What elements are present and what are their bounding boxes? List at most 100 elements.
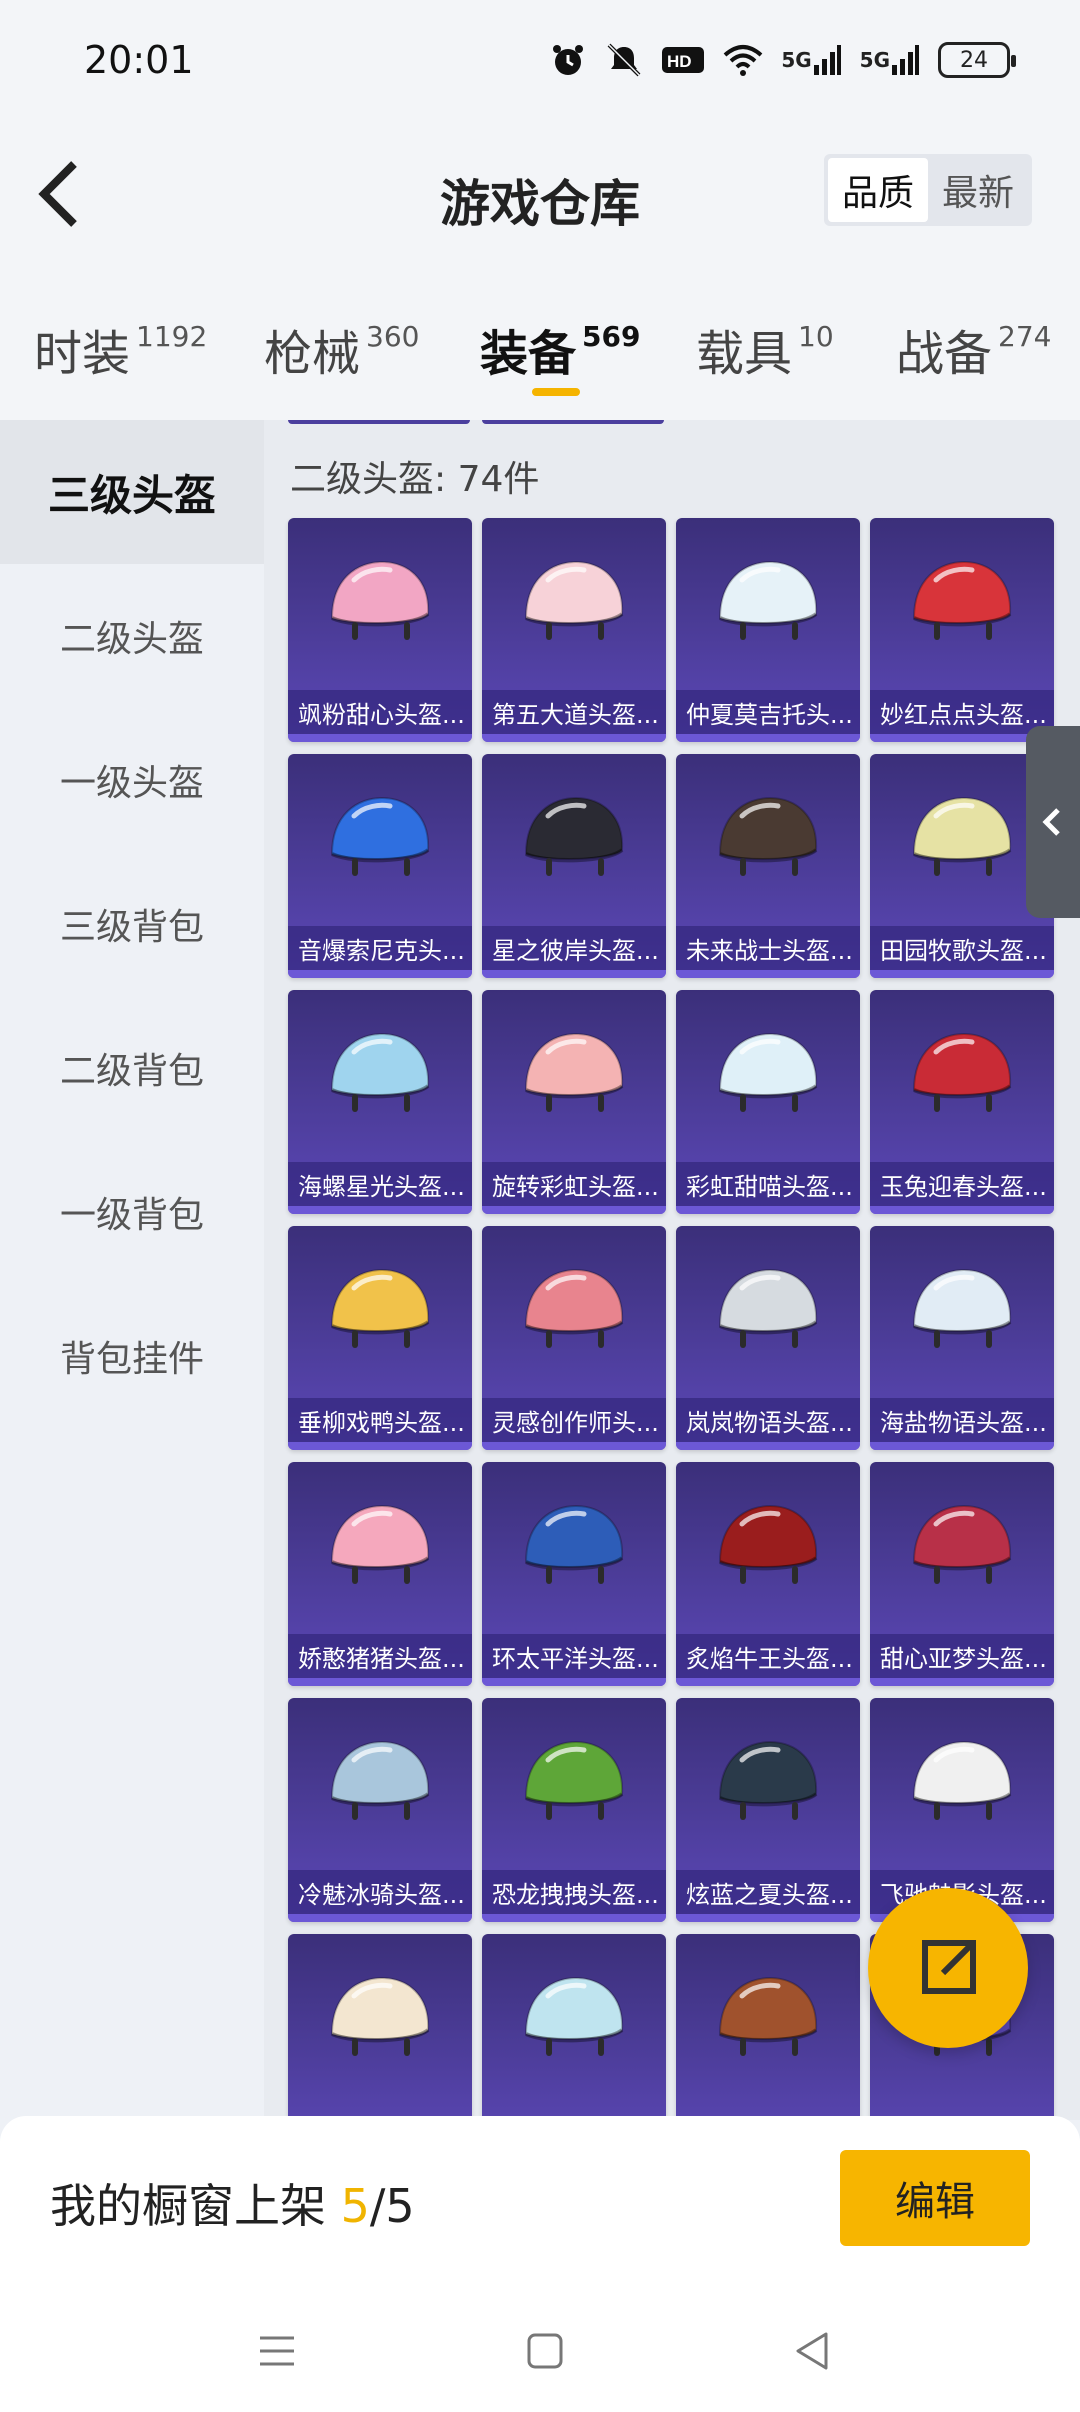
item-card[interactable]: 海盐物语头盔... [870,1226,1054,1450]
section-title: 二级头盔: 74件 [290,459,540,500]
side-drawer-handle[interactable] [1026,726,1080,918]
helmet-icon [330,1032,430,1112]
item-card[interactable]: 恐龙拽拽头盔... [482,1698,666,1922]
helmet-icon [330,560,430,640]
helmet-icon [524,1504,624,1584]
sidebar-item-level2-backpack[interactable]: 二级背包 [0,996,264,1140]
item-name: 妙红点点头盔... [870,690,1054,734]
item-name: 岚岚物语头盔... [676,1398,860,1442]
tab-guns[interactable]: 枪械 360 [264,314,419,384]
helmet-icon [524,1740,624,1820]
item-card[interactable] [288,1934,472,2120]
helmet-icon [912,796,1012,876]
sort-quality-button[interactable]: 品质 [828,158,928,222]
item-card[interactable] [676,1934,860,2120]
item-card[interactable]: 音爆索尼克头... [288,754,472,978]
previous-row-edge [288,420,664,424]
helmet-icon [330,796,430,876]
item-card[interactable]: 娇憨猪猪头盔... [288,1462,472,1686]
item-name: 甜心亚梦头盔... [870,1634,1054,1678]
helmet-icon [718,1976,818,2056]
helmet-icon [718,560,818,640]
helmet-icon [912,1268,1012,1348]
item-name: 娇憨猪猪头盔... [288,1634,472,1678]
item-card[interactable] [482,1934,666,2120]
item-name: 海盐物语头盔... [870,1398,1054,1442]
item-card[interactable]: 海螺星光头盔... [288,990,472,1214]
helmet-icon [524,1032,624,1112]
item-card[interactable]: 炫蓝之夏头盔... [676,1698,860,1922]
item-card[interactable]: 灵感创作师头... [482,1226,666,1450]
item-name: 仲夏莫吉托头... [676,690,860,734]
status-time: 20:01 [84,38,194,82]
item-card[interactable]: 未来战士头盔... [676,754,860,978]
item-card[interactable]: 第五大道头盔... [482,518,666,742]
alarm-icon [549,40,587,80]
helmet-icon [524,796,624,876]
chevron-left-icon [1042,808,1060,836]
svg-text:HD: HD [667,52,692,71]
helmet-icon [718,1504,818,1584]
sidebar-item-level3-helmet[interactable]: 三级头盔 [0,420,264,564]
tab-vehicles[interactable]: 载具 10 [696,314,834,384]
sidebar-item-level1-backpack[interactable]: 一级背包 [0,1140,264,1284]
item-name: 炙焰牛王头盔... [676,1634,860,1678]
showcase-status: 我的橱窗上架 5/5 [50,2179,415,2233]
item-name: 未来战士头盔... [676,926,860,970]
item-card[interactable]: 环太平洋头盔... [482,1462,666,1686]
item-name: 星之彼岸头盔... [482,926,666,970]
sidebar-item-level1-helmet[interactable]: 一级头盔 [0,708,264,852]
item-card[interactable]: 炙焰牛王头盔... [676,1462,860,1686]
edit-button[interactable]: 编辑 [840,2150,1030,2246]
item-card[interactable]: 飒粉甜心头盔... [288,518,472,742]
item-name: 旋转彩虹头盔... [482,1162,666,1206]
status-bar: 20:01 HD 5G 5G 24 [0,0,1080,124]
item-grid-area[interactable]: 二级头盔: 74件 飒粉甜心头盔... 第五大道头盔... 仲夏莫吉托头... 妙红点… [264,420,1080,2120]
item-name: 玉兔迎春头盔... [870,1162,1054,1206]
sort-toggle: 品质 最新 [824,154,1032,226]
category-sidebar: 三级头盔 二级头盔 一级头盔 三级背包 二级背包 一级背包 背包挂件 [0,420,264,2120]
item-card[interactable]: 旋转彩虹头盔... [482,990,666,1214]
back-nav-icon[interactable] [788,2326,838,2376]
sidebar-item-level3-backpack[interactable]: 三级背包 [0,852,264,996]
active-tab-indicator [532,388,580,396]
item-card[interactable]: 垂柳戏鸭头盔... [288,1226,472,1450]
status-icons: HD 5G 5G 24 [549,40,1016,80]
item-name: 恐龙拽拽头盔... [482,1870,666,1914]
item-card[interactable]: 岚岚物语头盔... [676,1226,860,1450]
item-card[interactable]: 玉兔迎春头盔... [870,990,1054,1214]
helmet-icon [524,1976,624,2056]
helmet-icon [330,1268,430,1348]
item-name: 音爆索尼克头... [288,926,472,970]
item-card[interactable]: 甜心亚梦头盔... [870,1462,1054,1686]
sidebar-item-backpack-pendant[interactable]: 背包挂件 [0,1284,264,1428]
signal-5g-icon-1: 5G [781,40,841,80]
signal-5g-icon-2: 5G [860,40,920,80]
item-card[interactable]: 妙红点点头盔... [870,518,1054,742]
helmet-icon [912,1504,1012,1584]
tab-supplies[interactable]: 战备 274 [896,314,1051,384]
hd-icon: HD [661,40,705,80]
share-button[interactable] [868,1888,1028,2048]
helmet-icon [718,1032,818,1112]
item-card[interactable]: 仲夏莫吉托头... [676,518,860,742]
helmet-icon [912,1740,1012,1820]
home-icon[interactable] [520,2326,570,2376]
item-name: 垂柳戏鸭头盔... [288,1398,472,1442]
tab-equipment[interactable]: 装备 569 [480,314,640,384]
tab-fashion[interactable]: 时装 1192 [34,314,207,384]
item-grid: 飒粉甜心头盔... 第五大道头盔... 仲夏莫吉托头... 妙红点点头盔... 音爆索尼… [288,518,1054,2120]
menu-icon[interactable] [252,2326,302,2376]
helmet-icon [912,1032,1012,1112]
showcase-bar: 我的橱窗上架 5/5 编辑 [0,2116,1080,2288]
item-name: 田园牧歌头盔... [870,926,1054,970]
item-card[interactable]: 彩虹甜喵头盔... [676,990,860,1214]
mute-icon [605,40,643,80]
helmet-icon [718,1740,818,1820]
item-card[interactable]: 冷魅冰骑头盔... [288,1698,472,1922]
helmet-icon [330,1740,430,1820]
sidebar-item-level2-helmet[interactable]: 二级头盔 [0,564,264,708]
item-name: 第五大道头盔... [482,690,666,734]
sort-newest-button[interactable]: 最新 [928,158,1028,222]
item-card[interactable]: 星之彼岸头盔... [482,754,666,978]
